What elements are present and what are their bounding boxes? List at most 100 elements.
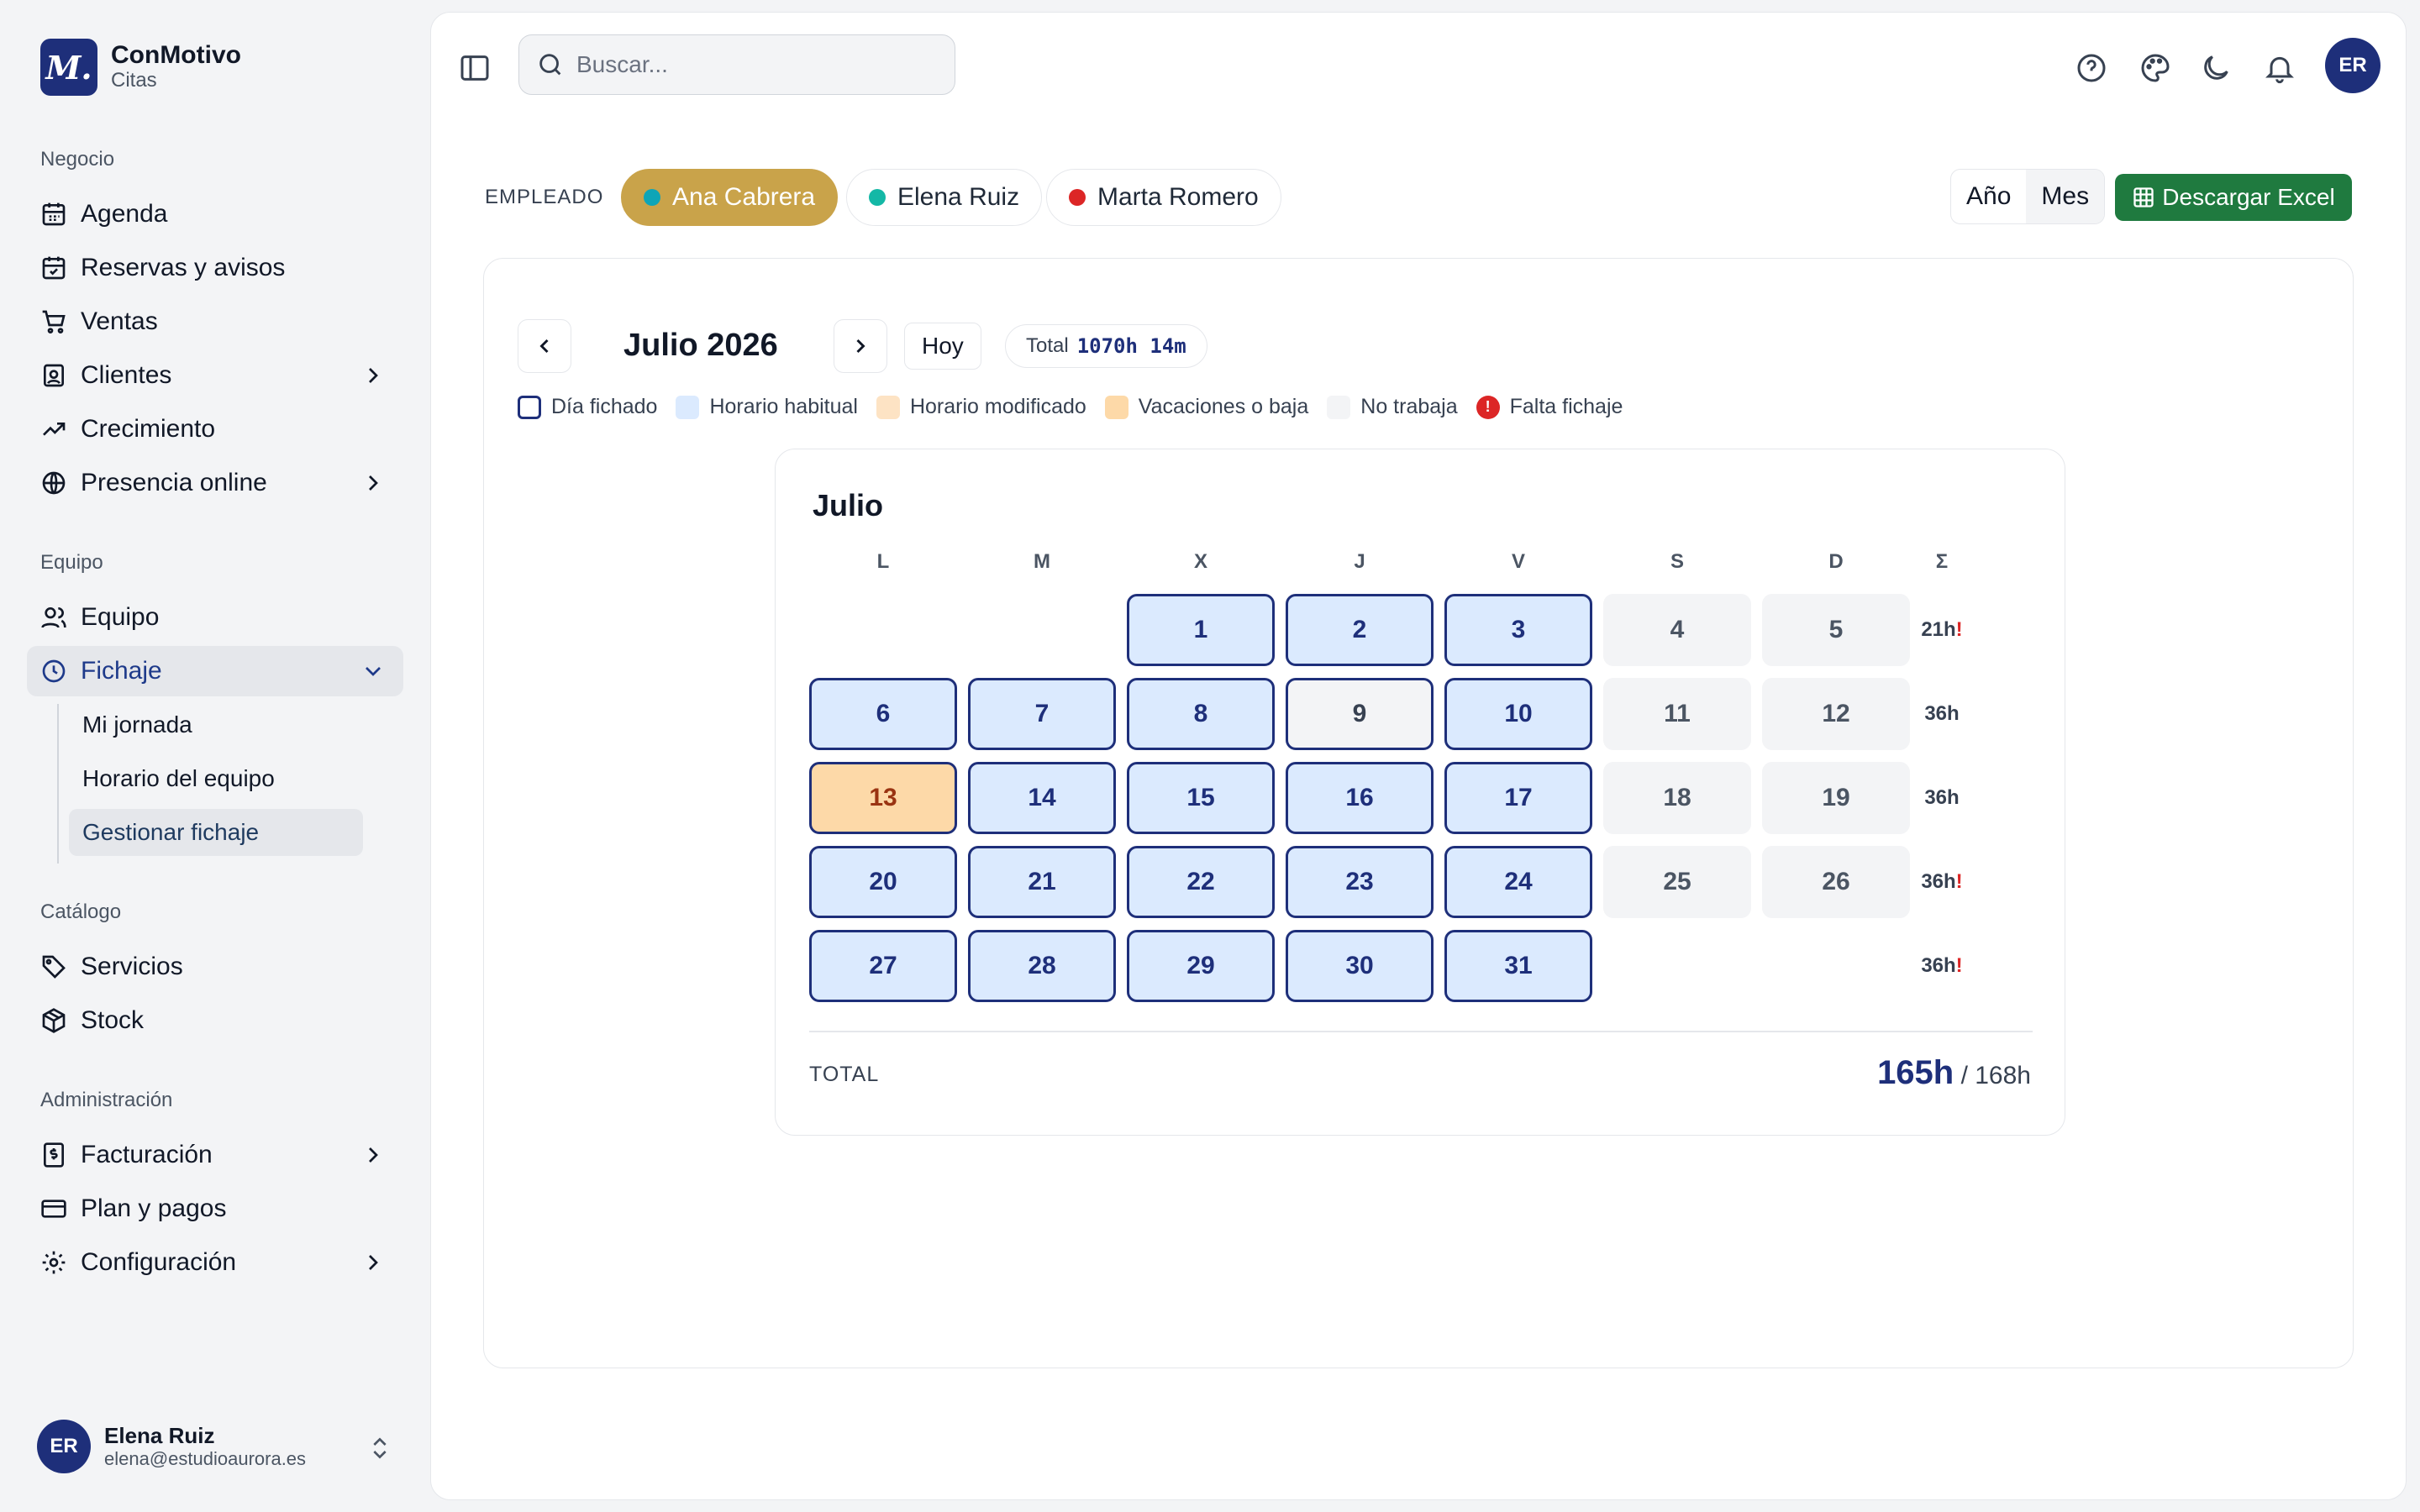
sidebar-item-clientes[interactable]: Clientes bbox=[27, 350, 403, 401]
sidebar-item-ventas[interactable]: Ventas bbox=[27, 297, 403, 347]
sidebar-item-fichaje[interactable]: Fichaje bbox=[27, 646, 403, 696]
week-total-value: 36h bbox=[1921, 954, 1956, 977]
sidebar-item-plan-pagos[interactable]: Plan y pagos bbox=[27, 1184, 403, 1234]
day-cell[interactable]: 18 bbox=[1603, 762, 1751, 834]
month-grid: Julio L M X J V S D Σ 1 2 3 4 5 21h! 6 7… bbox=[775, 449, 2065, 1136]
sidebar-item-configuracion[interactable]: Configuración bbox=[27, 1237, 403, 1288]
day-cell[interactable]: 13 bbox=[809, 762, 957, 834]
trending-up-icon bbox=[40, 416, 67, 443]
day-cell[interactable]: 12 bbox=[1762, 678, 1910, 750]
weekday-header: M bbox=[1034, 550, 1050, 573]
sidebar-toggle-icon[interactable] bbox=[458, 51, 492, 85]
legend-item: No trabaja bbox=[1327, 395, 1458, 419]
sidebar-subitem-horario-equipo[interactable]: Horario del equipo bbox=[69, 755, 363, 802]
day-cell[interactable]: 6 bbox=[809, 678, 957, 750]
day-cell[interactable]: 28 bbox=[968, 930, 1116, 1002]
day-cell[interactable]: 4 bbox=[1603, 594, 1751, 666]
sidebar: M. ConMotivo Citas Negocio Agenda Reserv… bbox=[0, 0, 429, 1512]
week-total-value: 21h bbox=[1921, 618, 1956, 641]
calendar-card: Julio 2026 Hoy Total 1070h 14m Día ficha… bbox=[483, 258, 2354, 1368]
prev-month-button[interactable] bbox=[518, 319, 571, 373]
weekday-header: X bbox=[1193, 550, 1207, 573]
help-icon[interactable] bbox=[2075, 51, 2108, 85]
legend-label: Falta fichaje bbox=[1509, 395, 1623, 418]
search-input[interactable] bbox=[576, 51, 929, 78]
chevrons-up-down-icon[interactable] bbox=[366, 1435, 393, 1462]
sidebar-item-presencia[interactable]: Presencia online bbox=[27, 458, 403, 508]
week-total-value: 36h bbox=[1924, 786, 1960, 809]
day-cell[interactable]: 26 bbox=[1762, 846, 1910, 918]
day-cell[interactable]: 7 bbox=[968, 678, 1116, 750]
sidebar-item-agenda[interactable]: Agenda bbox=[27, 189, 403, 239]
sidebar-subitem-mi-jornada[interactable]: Mi jornada bbox=[69, 701, 363, 748]
brand[interactable]: M. ConMotivo Citas bbox=[40, 39, 241, 96]
avatar: ER bbox=[37, 1420, 91, 1473]
employee-chip-marta-romero[interactable]: Marta Romero bbox=[1046, 169, 1281, 226]
month-total-label: TOTAL bbox=[809, 1063, 880, 1086]
day-cell[interactable]: 15 bbox=[1127, 762, 1275, 834]
day-cell[interactable]: 23 bbox=[1286, 846, 1434, 918]
globe-icon bbox=[40, 470, 67, 496]
sidebar-subitem-gestionar-fichaje[interactable]: Gestionar fichaje bbox=[69, 809, 363, 856]
sidebar-item-label: Facturación bbox=[81, 1141, 213, 1168]
day-cell[interactable]: 10 bbox=[1444, 678, 1592, 750]
search-box[interactable] bbox=[518, 34, 955, 95]
employee-chip-ana-cabrera[interactable]: Ana Cabrera bbox=[621, 169, 839, 226]
day-cell[interactable]: 24 bbox=[1444, 846, 1592, 918]
user-name: Elena Ruiz bbox=[104, 1423, 215, 1448]
download-excel-button[interactable]: Descargar Excel bbox=[2115, 174, 2352, 221]
day-cell[interactable]: 11 bbox=[1603, 678, 1751, 750]
month-grid-title: Julio bbox=[813, 488, 884, 522]
main-panel: ER EMPLEADO Ana Cabrera Elena Ruiz Marta… bbox=[430, 12, 2407, 1500]
view-month-button[interactable]: Mes bbox=[2026, 170, 2105, 223]
day-cell[interactable]: 25 bbox=[1603, 846, 1751, 918]
bell-icon[interactable] bbox=[2263, 51, 2296, 85]
employee-name: Elena Ruiz bbox=[897, 183, 1020, 211]
day-cell[interactable]: 16 bbox=[1286, 762, 1434, 834]
day-cell[interactable]: 29 bbox=[1127, 930, 1275, 1002]
total-pill-label: Total bbox=[1026, 334, 1069, 357]
missing-clock-warning: ! bbox=[1955, 870, 1963, 893]
next-month-button[interactable] bbox=[834, 319, 887, 373]
day-cell[interactable]: 5 bbox=[1762, 594, 1910, 666]
sidebar-item-stock[interactable]: Stock bbox=[27, 995, 403, 1046]
day-cell[interactable]: 9 bbox=[1286, 678, 1434, 750]
day-cell[interactable]: 19 bbox=[1762, 762, 1910, 834]
day-cell[interactable]: 2 bbox=[1286, 594, 1434, 666]
cart-icon bbox=[40, 308, 67, 335]
legend-swatch bbox=[876, 395, 900, 419]
search-icon bbox=[539, 54, 561, 76]
week-total: 36h! bbox=[1900, 954, 1984, 978]
palette-icon[interactable] bbox=[2139, 51, 2172, 85]
user-menu[interactable]: ER Elena Ruiz elena@estudioaurora.es bbox=[37, 1420, 306, 1473]
week-total-value: 36h bbox=[1924, 702, 1960, 725]
day-cell[interactable]: 22 bbox=[1127, 846, 1275, 918]
weekday-header: J bbox=[1354, 550, 1365, 573]
day-cell[interactable]: 17 bbox=[1444, 762, 1592, 834]
day-cell[interactable]: 30 bbox=[1286, 930, 1434, 1002]
day-cell[interactable]: 14 bbox=[968, 762, 1116, 834]
sidebar-item-label: Servicios bbox=[81, 953, 183, 980]
sidebar-item-facturacion[interactable]: Facturación bbox=[27, 1130, 403, 1180]
user-avatar-button[interactable]: ER bbox=[2325, 38, 2381, 93]
day-cell[interactable]: 27 bbox=[809, 930, 957, 1002]
today-button[interactable]: Hoy bbox=[904, 323, 981, 370]
sidebar-item-crecimiento[interactable]: Crecimiento bbox=[27, 404, 403, 454]
day-cell[interactable]: 8 bbox=[1127, 678, 1275, 750]
day-cell[interactable]: 1 bbox=[1127, 594, 1275, 666]
view-year-button[interactable]: Año bbox=[1951, 170, 2026, 223]
sidebar-item-equipo[interactable]: Equipo bbox=[27, 592, 403, 643]
day-cell[interactable]: 3 bbox=[1444, 594, 1592, 666]
day-cell[interactable]: 20 bbox=[809, 846, 957, 918]
brand-logo: M. bbox=[40, 39, 97, 96]
employee-chip-elena-ruiz[interactable]: Elena Ruiz bbox=[846, 169, 1043, 226]
gear-icon bbox=[40, 1249, 67, 1276]
month-title: Julio 2026 bbox=[623, 328, 778, 363]
moon-icon[interactable] bbox=[2199, 51, 2233, 85]
day-cell[interactable]: 21 bbox=[968, 846, 1116, 918]
calendar-check-icon bbox=[40, 255, 67, 281]
weekday-header: D bbox=[1828, 550, 1844, 573]
day-cell[interactable]: 31 bbox=[1444, 930, 1592, 1002]
sidebar-item-servicios[interactable]: Servicios bbox=[27, 942, 403, 992]
sidebar-item-reservas[interactable]: Reservas y avisos bbox=[27, 243, 403, 293]
